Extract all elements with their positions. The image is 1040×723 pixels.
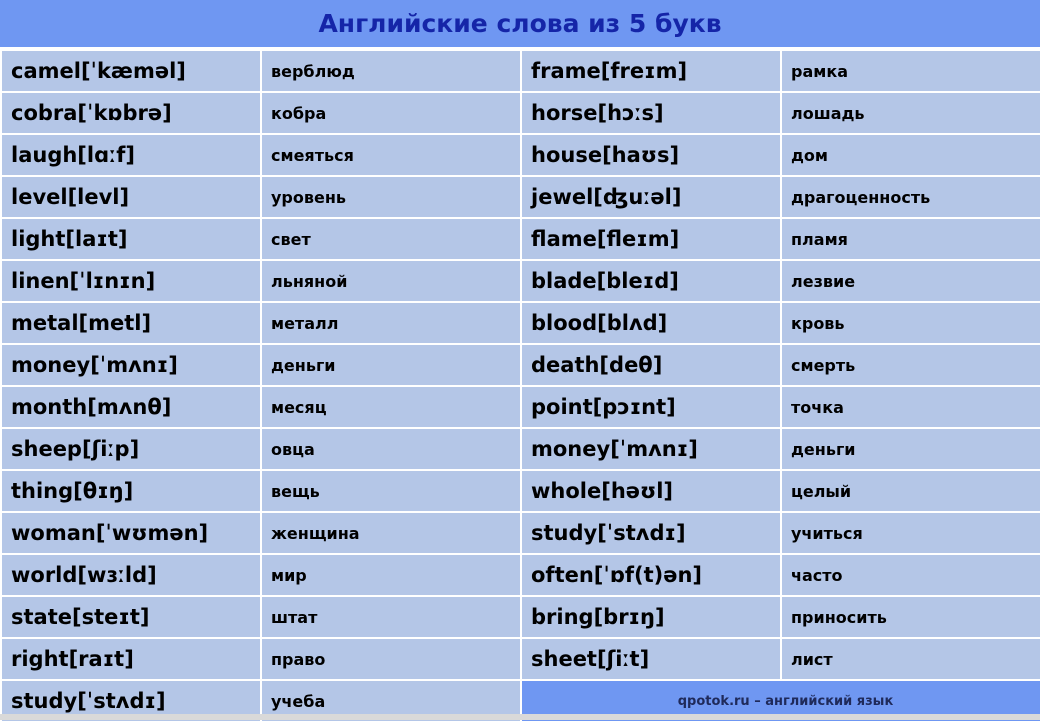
bottom-strip <box>0 714 1040 720</box>
table-row: thing[θɪŋ] вещь whole[həʊl] целый <box>0 469 1040 513</box>
english-word: blade[bleɪd] <box>520 259 782 303</box>
english-word: laugh[lɑːf] <box>0 133 262 177</box>
russian-translation: верблюд <box>260 49 522 93</box>
english-word: level[levl] <box>0 175 262 219</box>
english-word: linen[ˈlɪnɪn] <box>0 259 262 303</box>
russian-translation: рамка <box>780 49 1040 93</box>
table-row: level[levl] уровень jewel[ʤuːəl] драгоценно… <box>0 175 1040 219</box>
russian-translation: штат <box>260 595 522 639</box>
table-row: cobra[ˈkɒbrə] кобра horse[hɔːs] лошадь <box>0 91 1040 135</box>
russian-translation: овца <box>260 427 522 471</box>
table-row: woman[ˈwʊmən] женщина study[ˈstʌdɪ] учиться <box>0 511 1040 555</box>
russian-translation: свет <box>260 217 522 261</box>
english-word: sheep[ʃiːp] <box>0 427 262 471</box>
russian-translation: точка <box>780 385 1040 429</box>
russian-translation: уровень <box>260 175 522 219</box>
russian-translation: целый <box>780 469 1040 513</box>
russian-translation: месяц <box>260 385 522 429</box>
title-bar: Английские слова из 5 букв <box>0 0 1040 47</box>
english-word: metal[metl] <box>0 301 262 345</box>
english-word: month[mʌnθ] <box>0 385 262 429</box>
english-word: whole[həʊl] <box>520 469 782 513</box>
table-row: world[wɜːld] мир often[ˈɒf(t)ən] часто <box>0 553 1040 597</box>
table-row: state[steɪt] штат bring[brɪŋ] приносить <box>0 595 1040 639</box>
english-word: camel[ˈkæməl] <box>0 49 262 93</box>
russian-translation: право <box>260 637 522 681</box>
russian-translation: деньги <box>260 343 522 387</box>
english-word: bring[brɪŋ] <box>520 595 782 639</box>
table-row: laugh[lɑːf] смеяться house[haʊs] дом <box>0 133 1040 177</box>
russian-translation: лошадь <box>780 91 1040 135</box>
table-row: linen[ˈlɪnɪn] льняной blade[bleɪd] лезвие <box>0 259 1040 303</box>
russian-translation: приносить <box>780 595 1040 639</box>
english-word: point[pɔɪnt] <box>520 385 782 429</box>
russian-translation: смеяться <box>260 133 522 177</box>
russian-translation: пламя <box>780 217 1040 261</box>
english-word: money[ˈmʌnɪ] <box>520 427 782 471</box>
russian-translation: дом <box>780 133 1040 177</box>
vocabulary-table-body: camel[ˈkæməl] верблюд frame[freɪm] рамка cob… <box>0 49 1040 723</box>
table-row: light[laɪt] свет flame[fleɪm] пламя <box>0 217 1040 261</box>
english-word: flame[fleɪm] <box>520 217 782 261</box>
english-word: death[deθ] <box>520 343 782 387</box>
english-word: light[laɪt] <box>0 217 262 261</box>
english-word: frame[freɪm] <box>520 49 782 93</box>
english-word: study[ˈstʌdɪ] <box>520 511 782 555</box>
english-word: house[haʊs] <box>520 133 782 177</box>
english-word: world[wɜːld] <box>0 553 262 597</box>
table-row: metal[metl] металл blood[blʌd] кровь <box>0 301 1040 345</box>
table-row: month[mʌnθ] месяц point[pɔɪnt] точка <box>0 385 1040 429</box>
russian-translation: учиться <box>780 511 1040 555</box>
russian-translation: женщина <box>260 511 522 555</box>
english-word: state[steɪt] <box>0 595 262 639</box>
english-word: jewel[ʤuːəl] <box>520 175 782 219</box>
table-row: money[ˈmʌnɪ] деньги death[deθ] смерть <box>0 343 1040 387</box>
page-title: Английские слова из 5 букв <box>318 9 722 38</box>
english-word: money[ˈmʌnɪ] <box>0 343 262 387</box>
table-row: right[raɪt] право sheet[ʃiːt] лист <box>0 637 1040 681</box>
russian-translation: льняной <box>260 259 522 303</box>
english-word: horse[hɔːs] <box>520 91 782 135</box>
english-word: blood[blʌd] <box>520 301 782 345</box>
russian-translation: часто <box>780 553 1040 597</box>
russian-translation: драгоценность <box>780 175 1040 219</box>
russian-translation: мир <box>260 553 522 597</box>
russian-translation: металл <box>260 301 522 345</box>
russian-translation: кобра <box>260 91 522 135</box>
english-word: sheet[ʃiːt] <box>520 637 782 681</box>
english-word: often[ˈɒf(t)ən] <box>520 553 782 597</box>
english-word: cobra[ˈkɒbrə] <box>0 91 262 135</box>
english-word: woman[ˈwʊmən] <box>0 511 262 555</box>
vocabulary-table: camel[ˈkæməl] верблюд frame[freɪm] рамка cob… <box>0 49 1040 723</box>
english-word: thing[θɪŋ] <box>0 469 262 513</box>
russian-translation: деньги <box>780 427 1040 471</box>
russian-translation: лист <box>780 637 1040 681</box>
english-word: right[raɪt] <box>0 637 262 681</box>
russian-translation: смерть <box>780 343 1040 387</box>
table-row: camel[ˈkæməl] верблюд frame[freɪm] рамка <box>0 49 1040 93</box>
russian-translation: лезвие <box>780 259 1040 303</box>
russian-translation: кровь <box>780 301 1040 345</box>
table-row: sheep[ʃiːp] овца money[ˈmʌnɪ] деньги <box>0 427 1040 471</box>
russian-translation: вещь <box>260 469 522 513</box>
